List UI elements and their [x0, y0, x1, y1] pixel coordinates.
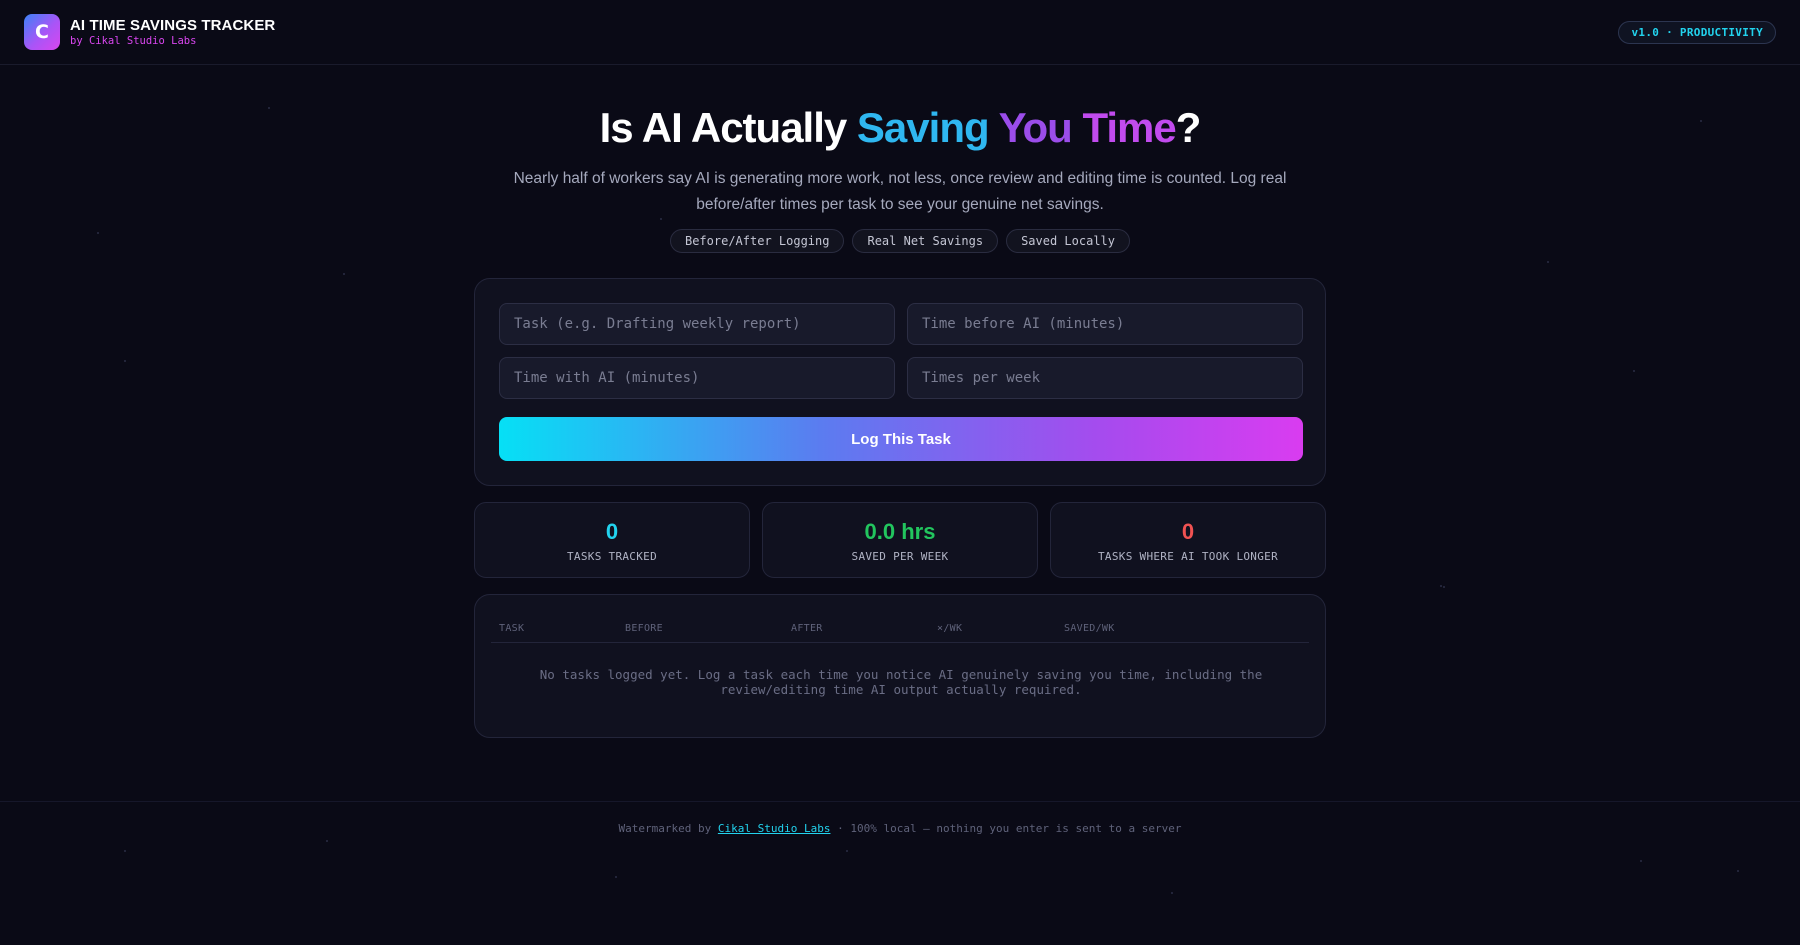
- app-logo: C: [24, 14, 60, 50]
- app-subtitle: by Cikal Studio Labs: [70, 35, 197, 47]
- title-space: [989, 104, 999, 151]
- footer-prefix: Watermarked by: [618, 822, 718, 835]
- version-badge: v1.0 · PRODUCTIVITY: [1618, 21, 1776, 44]
- page-title: Is AI Actually Saving You Time?: [0, 104, 1800, 152]
- logo-letter: C: [35, 21, 49, 43]
- stat-value: 0: [1181, 519, 1195, 544]
- top-bar: C AI TIME SAVINGS TRACKER by Cikal Studi…: [0, 0, 1800, 65]
- stat-value: 0.0 hrs: [864, 519, 936, 544]
- page-description: Nearly half of workers say AI is generat…: [513, 170, 1287, 213]
- task-form: Task (e.g. Drafting weekly report) Time …: [474, 278, 1326, 486]
- column-header-task: TASK: [499, 623, 525, 634]
- stat-label: SAVED PER WEEK: [851, 550, 949, 563]
- task-table: TASK BEFORE AFTER ×/WK SAVED/WK No tasks…: [474, 594, 1326, 738]
- chip-before-after: Before/After Logging: [669, 229, 845, 253]
- footer-suffix: · 100% local — nothing you enter is sent…: [830, 822, 1182, 835]
- chip-net-savings: Real Net Savings: [852, 229, 999, 253]
- empty-state-message: No tasks logged yet. Log a task each tim…: [539, 667, 1263, 697]
- stat-ai-took-longer: 0 TASKS WHERE AI TOOK LONGER: [1050, 502, 1326, 578]
- footer: Watermarked by Cikal Studio Labs · 100% …: [0, 822, 1800, 835]
- title-prefix: Is AI Actually: [599, 104, 857, 151]
- column-header-after: AFTER: [791, 623, 823, 634]
- column-header-before: BEFORE: [625, 623, 663, 634]
- table-header-divider: [491, 642, 1309, 643]
- stat-saved-per-week: 0.0 hrs SAVED PER WEEK: [762, 502, 1038, 578]
- stat-tasks-tracked: 0 TASKS TRACKED: [474, 502, 750, 578]
- title-suffix: ?: [1175, 104, 1202, 151]
- times-per-week-input[interactable]: Times per week: [907, 357, 1303, 399]
- title-space-2: [1072, 104, 1083, 151]
- log-task-button[interactable]: Log This Task: [499, 417, 1303, 461]
- app-title: AI TIME SAVINGS TRACKER: [70, 17, 276, 34]
- title-highlight-you: You: [998, 104, 1073, 151]
- task-input[interactable]: Task (e.g. Drafting weekly report): [499, 303, 895, 345]
- stat-label: TASKS WHERE AI TOOK LONGER: [1098, 550, 1278, 563]
- column-header-times-per-week: ×/WK: [937, 623, 963, 634]
- time-with-ai-input[interactable]: Time with AI (minutes): [499, 357, 895, 399]
- time-before-input[interactable]: Time before AI (minutes): [907, 303, 1303, 345]
- title-highlight-time: Time: [1082, 104, 1176, 151]
- footer-divider: [0, 801, 1800, 802]
- feature-chips: Before/After Logging Real Net Savings Sa…: [0, 229, 1800, 253]
- footer-studio-link[interactable]: Cikal Studio Labs: [718, 822, 831, 835]
- chip-saved-locally: Saved Locally: [1006, 229, 1130, 253]
- column-header-saved-per-week: SAVED/WK: [1064, 623, 1115, 634]
- stat-label: TASKS TRACKED: [567, 550, 657, 563]
- stat-value: 0: [605, 519, 619, 544]
- title-highlight-saving: Saving: [856, 104, 990, 151]
